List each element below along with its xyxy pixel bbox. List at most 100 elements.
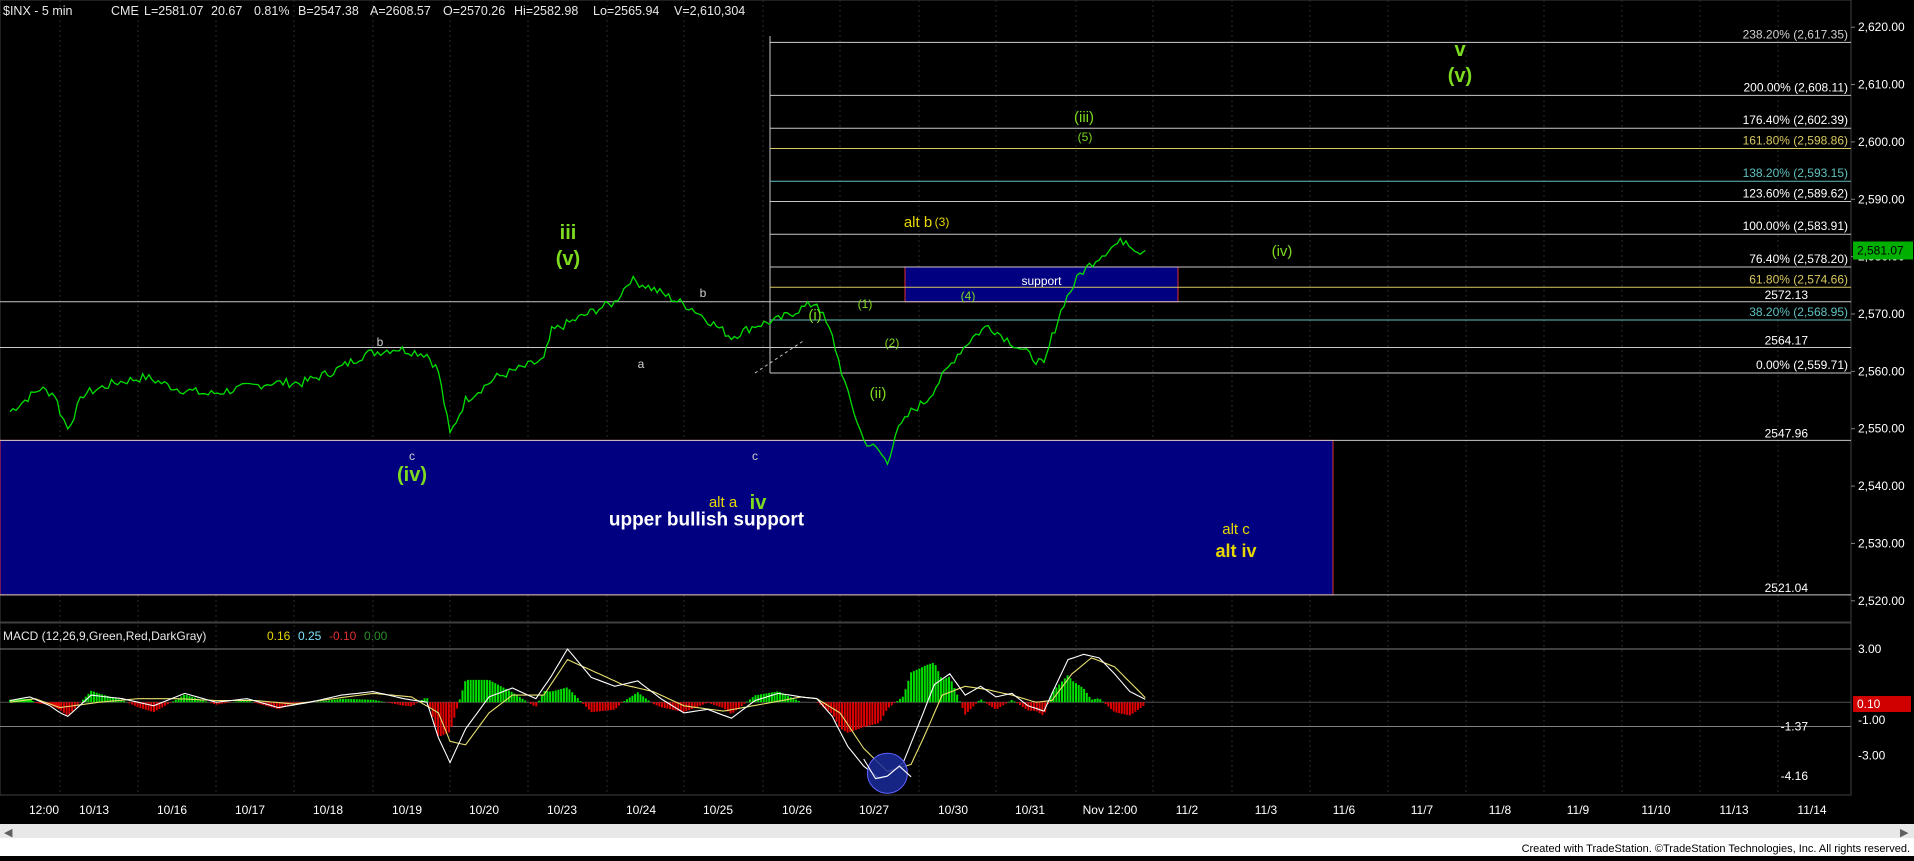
wave-label: alt iv	[1215, 541, 1256, 561]
header-ask: A=2608.57	[370, 4, 431, 18]
chart-canvas: support upper bullish support 238.20% (2,…	[0, 0, 1914, 856]
x-tick-label: 10/30	[938, 803, 968, 817]
fib-level-label: 176.40% (2,602.39)	[1743, 113, 1848, 127]
price-level-label: 2521.04	[1765, 581, 1809, 595]
fib-level-label: 100.00% (2,583.91)	[1743, 219, 1848, 233]
wave-label: (iv)	[397, 464, 427, 486]
x-tick-label: 12:00	[29, 803, 59, 817]
wave-label: c	[409, 449, 415, 463]
price-level-label: 2572.13	[1765, 288, 1809, 302]
support-zone-label: support	[1021, 274, 1062, 288]
header-last: L=2581.07	[144, 4, 203, 18]
price-level-label: 2564.17	[1765, 333, 1809, 347]
scroll-left-icon[interactable]: ◀	[4, 827, 13, 839]
x-tick-label: 10/31	[1015, 803, 1045, 817]
tradestation-chart: support upper bullish support 238.20% (2,…	[0, 0, 1914, 856]
y-tick-label: 2,560.00	[1858, 364, 1905, 378]
wave-label: alt c	[1222, 521, 1250, 538]
macd-title: MACD (12,26,9,Green,Red,DarkGray)	[3, 629, 206, 643]
y-tick-label: 2,550.00	[1858, 422, 1905, 436]
upper-bullish-support-label: upper bullish support	[609, 510, 805, 531]
wave-label: (iv)	[1272, 243, 1293, 260]
fib-level-label: 61.80% (2,574.66)	[1749, 272, 1848, 286]
header-low: Lo=2565.94	[593, 4, 659, 18]
y-tick-label: 2,530.00	[1858, 536, 1905, 550]
header-bid: B=2547.38	[298, 4, 359, 18]
header-symbol: $INX - 5 min	[3, 4, 73, 18]
x-tick-label: 11/14	[1797, 803, 1826, 817]
y-tick-label: 2,610.00	[1858, 78, 1905, 92]
x-tick-label: 10/20	[469, 803, 499, 817]
x-tick-label: 10/17	[235, 803, 265, 817]
x-tick-label: 10/13	[79, 803, 109, 817]
fib-level-label: 38.20% (2,568.95)	[1749, 305, 1848, 319]
wave-label: iii	[560, 222, 577, 244]
x-tick-label: 10/19	[392, 803, 422, 817]
y-tick-label: 2,540.00	[1858, 479, 1905, 493]
wave-label: (v)	[1448, 65, 1472, 87]
wave-label: (v)	[556, 248, 580, 270]
y-tick-label: 2,600.00	[1858, 135, 1905, 149]
x-tick-label: 10/27	[859, 803, 889, 817]
wave-label: iv	[750, 492, 768, 514]
x-tick-label: 10/25	[703, 803, 733, 817]
x-tick-label: 11/13	[1719, 803, 1748, 817]
last-price-label: 2,581.07	[1857, 244, 1904, 258]
header-high: Hi=2582.98	[514, 4, 578, 18]
macd-y-tick-label: 3.00	[1858, 642, 1882, 656]
header-change: 20.67	[211, 4, 242, 18]
y-tick-label: 2,520.00	[1858, 594, 1905, 608]
x-tick-label: 10/18	[313, 803, 343, 817]
macd-value-avg: 0.25	[298, 629, 322, 643]
x-tick-label: 10/23	[547, 803, 577, 817]
header-change-pct: 0.81%	[254, 4, 289, 18]
horizontal-scrollbar[interactable]	[0, 824, 1914, 838]
y-tick-label: 2,590.00	[1858, 192, 1905, 206]
x-tick-label: 10/16	[157, 803, 187, 817]
wave-label: (5)	[1078, 130, 1093, 144]
fib-level-label: 123.60% (2,589.62)	[1743, 186, 1848, 200]
x-tick-label: 11/10	[1641, 803, 1670, 817]
wave-label: (2)	[885, 336, 900, 350]
header-exchange: CME	[111, 4, 139, 18]
macd-level-label: -1.37	[1781, 720, 1809, 734]
header-open: O=2570.26	[443, 4, 505, 18]
wave-label: (4)	[961, 289, 976, 303]
fib-level-label: 161.80% (2,598.86)	[1743, 133, 1848, 147]
x-tick-label: 10/24	[626, 803, 656, 817]
wave-label: (3)	[935, 215, 950, 229]
wave-label: b	[377, 335, 384, 349]
macd-value-zero: 0.00	[364, 629, 388, 643]
fib-level-label: 200.00% (2,608.11)	[1743, 80, 1848, 94]
scroll-right-icon[interactable]: ▶	[1900, 827, 1909, 839]
wave-label: alt a	[709, 494, 738, 511]
fib-level-label: 76.40% (2,578.20)	[1749, 252, 1848, 266]
x-tick-label: 11/7	[1411, 803, 1434, 817]
wave-label: v	[1454, 39, 1466, 61]
wave-label: a	[638, 357, 645, 371]
macd-y-tick-label: -1.00	[1858, 713, 1886, 727]
header-volume: V=2,610,304	[674, 4, 745, 18]
wave-label: (ii)	[870, 385, 887, 402]
fib-level-label: 238.20% (2,617.35)	[1743, 27, 1848, 41]
x-tick-label: 11/6	[1333, 803, 1356, 817]
wave-label: alt b	[904, 214, 932, 231]
x-tick-label: 11/3	[1255, 803, 1278, 817]
wave-label: b	[700, 286, 707, 300]
macd-value-diff: -0.10	[329, 629, 357, 643]
wave-label: c	[752, 449, 758, 463]
x-tick-label: 10/26	[782, 803, 812, 817]
macd-y-tick-label: -3.00	[1858, 748, 1886, 762]
macd-last-label: 0.10	[1857, 697, 1881, 711]
macd-level-label: -4.16	[1781, 769, 1809, 783]
price-level-label: 2547.96	[1765, 426, 1809, 440]
y-tick-label: 2,620.00	[1858, 20, 1905, 34]
x-tick-label: 11/2	[1176, 803, 1199, 817]
wave-label: (1)	[858, 297, 873, 311]
macd-value-macd: 0.16	[267, 629, 291, 643]
fib-level-label: 0.00% (2,559.71)	[1756, 358, 1848, 372]
footer-credit: Created with TradeStation. ©TradeStation…	[1522, 843, 1910, 855]
wave-label: (i)	[808, 307, 821, 324]
x-tick-label: 11/9	[1567, 803, 1590, 817]
macd-low-highlight	[866, 752, 908, 794]
